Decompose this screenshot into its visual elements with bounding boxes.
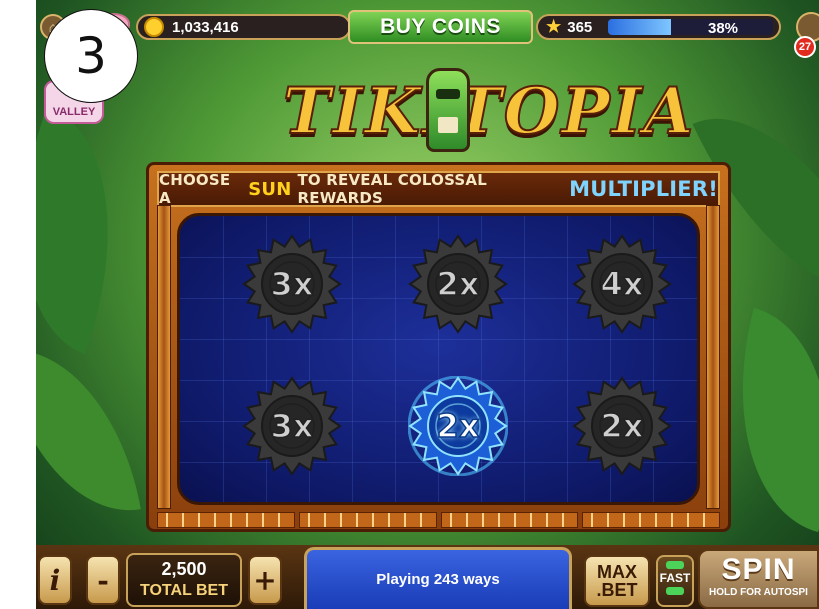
star-icon: ★ xyxy=(546,17,562,36)
banner-multiplier-word: MULTIPLIER! xyxy=(569,177,718,201)
max-label: MAX xyxy=(596,562,637,582)
notification-badge[interactable]: 27 xyxy=(794,36,816,58)
xp-level: ★ 365 38% xyxy=(536,14,781,40)
xp-progress-bar: 38% xyxy=(608,19,773,35)
game-logo: TIKITOPIA xyxy=(282,66,694,162)
board-grid-line xyxy=(180,339,697,340)
bottom-bar: i - 2,500 TOTAL BET + Playing 243 ways M… xyxy=(36,545,819,609)
sun-pick[interactable]: 2x xyxy=(572,376,672,476)
total-bet-amount: 2,500 xyxy=(161,559,207,579)
xp-percent: 38% xyxy=(708,20,739,35)
banner-sun-word: SUN xyxy=(248,178,292,200)
jungle-leaf xyxy=(36,331,141,529)
coin-balance-value: 1,033,416 xyxy=(172,18,239,36)
border-segment xyxy=(440,512,579,528)
sun-multiplier-label: 2x xyxy=(436,406,480,446)
sun-multiplier-label: 3x xyxy=(270,406,314,446)
left-pillar xyxy=(157,205,171,509)
game-stage: ⌂ 1,033,416 BUY COINS ★ 365 38% 27 VALLE… xyxy=(36,0,819,609)
xp-progress-fill xyxy=(608,19,671,35)
sun-pick[interactable]: 3x xyxy=(242,376,342,476)
total-bet-display: 2,500 TOTAL BET xyxy=(126,553,242,607)
ways-display: Playing 243 ways xyxy=(304,547,572,609)
increase-bet-button[interactable]: + xyxy=(248,555,282,605)
fast-indicator-light xyxy=(666,561,684,569)
autospin-hint: HOLD FOR AUTOSPI xyxy=(709,587,808,598)
decrease-bet-button[interactable]: - xyxy=(86,555,120,605)
pick-board: 3x 2x 4x 3x 2x 2x xyxy=(177,213,700,505)
banner-text-1: CHOOSE A xyxy=(159,171,231,207)
board-grid-line xyxy=(395,216,396,502)
border-segment xyxy=(157,512,295,528)
coin-icon xyxy=(144,17,164,37)
sun-multiplier-label: 4x xyxy=(600,264,644,304)
spin-label: SPIN xyxy=(721,553,796,586)
board-grid-line xyxy=(223,216,224,502)
jungle-leaf xyxy=(36,106,161,354)
max-bet-button[interactable]: MAX .BET xyxy=(584,555,650,607)
total-bet-label: TOTAL BET xyxy=(140,582,228,599)
decorative-border-strip xyxy=(157,512,720,528)
tiki-mask-icon xyxy=(426,68,470,152)
fast-indicator-light xyxy=(666,587,684,595)
sun-multiplier-label: 2x xyxy=(600,406,644,446)
spin-button[interactable]: SPIN HOLD FOR AUTOSPI xyxy=(698,549,819,609)
border-segment xyxy=(582,512,720,528)
sun-pick[interactable]: 2x xyxy=(408,234,508,334)
instruction-banner: CHOOSE A SUN TO REVEAL COLOSSAL REWARDS … xyxy=(157,171,720,207)
top-bar: ⌂ 1,033,416 BUY COINS ★ 365 38% xyxy=(36,8,819,44)
sun-pick-selected[interactable]: 2x xyxy=(408,376,508,476)
info-button[interactable]: i xyxy=(38,555,72,605)
banner-text-2: TO REVEAL COLOSSAL REWARDS xyxy=(297,171,487,207)
fast-toggle[interactable]: FAST xyxy=(656,555,694,607)
sun-multiplier-label: 3x xyxy=(270,264,314,304)
right-pillar xyxy=(706,205,720,509)
bet-label: .BET xyxy=(596,580,638,600)
board-grid-line xyxy=(352,216,353,502)
bonus-frame: CHOOSE A SUN TO REVEAL COLOSSAL REWARDS … xyxy=(146,162,731,532)
coin-balance: 1,033,416 xyxy=(136,14,351,40)
board-grid-line xyxy=(524,216,525,502)
level-value: 365 xyxy=(567,18,593,36)
step-number-marker: 3 xyxy=(44,9,138,103)
sun-pick[interactable]: 3x xyxy=(242,234,342,334)
sun-pick[interactable]: 4x xyxy=(572,234,672,334)
sun-multiplier-label: 2x xyxy=(436,264,480,304)
fast-label: FAST xyxy=(659,571,691,585)
board-grid-line xyxy=(567,216,568,502)
buy-coins-button[interactable]: BUY COINS xyxy=(348,10,533,44)
border-segment xyxy=(298,512,437,528)
